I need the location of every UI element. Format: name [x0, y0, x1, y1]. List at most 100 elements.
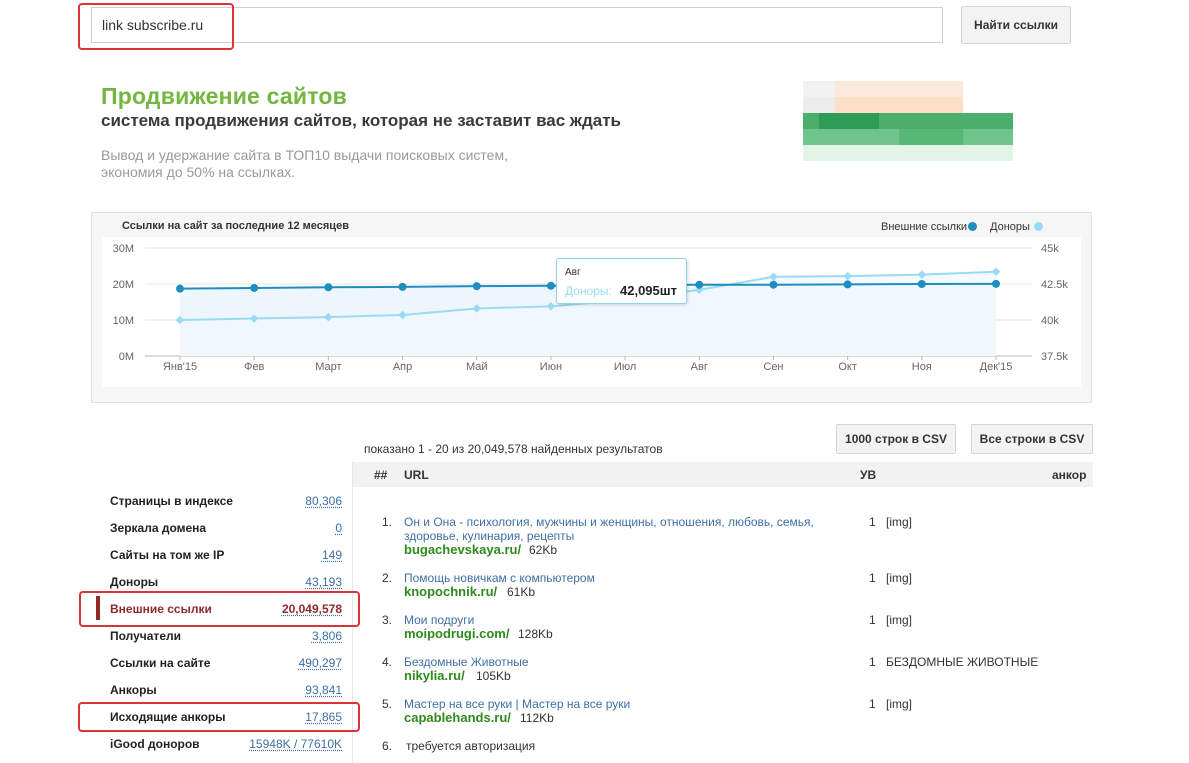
stat-value-recipients[interactable]: 3,806: [240, 629, 342, 643]
row-uv: 1: [869, 655, 876, 669]
row-uv: 1: [869, 571, 876, 585]
row-number: 6.: [381, 739, 392, 753]
y-right-tick-label: 45k: [1041, 243, 1059, 255]
results-count: показано 1 - 20 из 20,049,578 найденных …: [364, 442, 663, 456]
stat-label-same-ip-sites[interactable]: Сайты на том же IP: [110, 548, 224, 562]
y-right-tick-label: 37.5k: [1041, 351, 1068, 363]
row-domain-link[interactable]: bugachevskaya.ru/: [404, 542, 521, 557]
x-tick-label: Сен: [763, 361, 783, 373]
row-number: 5.: [381, 697, 392, 711]
row-page-size: 105Kb: [476, 669, 511, 683]
row-page-size: 62Kb: [529, 543, 558, 557]
x-tick-label: Фев: [244, 361, 264, 373]
row-title-line2[interactable]: здоровье, кулинария, рецепты: [404, 529, 574, 543]
y-left-tick-label: 30M: [113, 243, 134, 255]
row-number: 4.: [381, 655, 392, 669]
x-tick-label: Авг: [691, 361, 708, 373]
row-domain-link[interactable]: knopochnik.ru/: [404, 584, 497, 599]
active-stat-indicator: [96, 596, 100, 620]
y-left-tick-label: 0M: [119, 351, 134, 363]
row-anchor: [img]: [886, 515, 913, 529]
external-links-point: [992, 279, 1000, 288]
x-tick-label: Апр: [393, 361, 412, 373]
row-anchor: БЕЗДОМНЫЕ ЖИВОТНЫЕ: [886, 655, 1039, 669]
row-anchor: [img]: [886, 697, 913, 711]
stat-label-donors[interactable]: Доноры: [110, 575, 158, 589]
row-page-size: 128Kb: [518, 627, 553, 641]
results-table-header: [353, 462, 1093, 487]
stat-label-external-links[interactable]: Внешние ссылки: [110, 602, 212, 616]
row-domain-link[interactable]: nikylia.ru/: [404, 668, 465, 683]
row-uv: 1: [869, 613, 876, 627]
row-number: 1.: [381, 515, 392, 529]
stat-value-same-ip-sites[interactable]: 149: [240, 548, 342, 562]
x-tick-label: Ноя: [912, 361, 932, 373]
y-left-tick-label: 20M: [113, 279, 134, 291]
stat-value-external-links[interactable]: 20,049,578: [240, 602, 342, 616]
x-tick-label: Июн: [540, 361, 562, 373]
stat-label-anchors[interactable]: Анкоры: [110, 683, 157, 697]
external-links-point: [917, 280, 926, 288]
external-links-point: [398, 282, 407, 291]
row-anchor: [img]: [886, 613, 913, 627]
row-title-line1[interactable]: Он и Она - психология, мужчины и женщины…: [404, 515, 814, 529]
x-tick-label: Март: [315, 361, 341, 373]
stat-label-igood-donors[interactable]: iGood доноров: [110, 737, 200, 751]
tooltip-category: Авг: [565, 267, 581, 278]
stat-value-donors[interactable]: 43,193: [240, 575, 342, 589]
tooltip-value: 42,095шт: [620, 283, 677, 298]
stat-label-recipients[interactable]: Получатели: [110, 629, 181, 643]
x-tick-label: Июл: [614, 361, 636, 373]
x-tick-label: Янв'15: [163, 361, 197, 373]
y-left-tick-label: 10M: [113, 315, 134, 327]
stat-label-outgoing-anchors[interactable]: Исходящие анкоры: [110, 710, 226, 724]
external-links-point: [695, 280, 704, 289]
x-tick-label: Окт: [838, 361, 857, 373]
stat-value-indexed-pages[interactable]: 80,306: [240, 494, 342, 508]
line-chart: 0M 10M 20M 30M 37.5k 40k 42.5k 45k Янв'15 Фев Март…: [113, 243, 1069, 373]
csv-1000-button[interactable]: 1000 строк в CSV: [836, 424, 956, 454]
column-anchor[interactable]: анкор: [1052, 468, 1086, 482]
row-title-link[interactable]: Помощь новичкам с компьютером: [404, 571, 844, 585]
row-page-size: 112Kb: [520, 711, 554, 725]
x-tick-label: Дек'15: [980, 361, 1013, 373]
stat-label-site-links[interactable]: Ссылки на сайте: [110, 656, 210, 670]
row-title-link[interactable]: Мои подруги: [404, 613, 844, 627]
external-links-point: [843, 280, 852, 289]
csv-all-button[interactable]: Все строки в CSV: [971, 424, 1093, 454]
external-links-point: [546, 281, 555, 290]
y-right-tick-label: 42.5k: [1041, 279, 1068, 291]
stat-label-indexed-pages[interactable]: Страницы в индексе: [110, 494, 233, 508]
row-uv: 1: [869, 697, 876, 711]
external-links-point: [769, 280, 778, 289]
row-auth-note: требуется авторизация: [406, 739, 536, 753]
external-links-point: [324, 283, 333, 292]
tooltip-series-name: Доноры:: [565, 284, 612, 298]
stat-value-igood-donors[interactable]: 15948K / 77610K: [200, 737, 342, 751]
row-domain-link[interactable]: moipodrugi.com/: [404, 626, 509, 641]
row-number: 2.: [381, 571, 392, 585]
row-page-size: 61Kb: [507, 585, 536, 599]
chart-tooltip: Авг Доноры: 42,095шт: [556, 258, 687, 304]
column-num: ##: [374, 468, 388, 482]
column-url[interactable]: URL: [404, 468, 429, 482]
external-links-point: [250, 283, 259, 292]
row-number: 3.: [381, 613, 392, 627]
stat-label-domain-mirrors[interactable]: Зеркала домена: [110, 521, 206, 535]
stat-value-site-links[interactable]: 490,297: [240, 656, 342, 670]
row-title-link[interactable]: Он и Она - психология, мужчины и женщины…: [404, 515, 844, 543]
row-domain-link[interactable]: capablehands.ru/: [404, 710, 511, 725]
row-anchor: [img]: [886, 571, 913, 585]
column-uv[interactable]: УВ: [860, 468, 876, 482]
external-links-point: [472, 282, 481, 291]
external-links-point: [176, 284, 184, 293]
stat-value-outgoing-anchors[interactable]: 17,865: [240, 710, 342, 724]
row-title-link[interactable]: Бездомные Животные: [404, 655, 844, 669]
sidebar-divider: [352, 462, 353, 763]
stat-value-domain-mirrors[interactable]: 0: [240, 521, 342, 535]
stat-value-anchors[interactable]: 93,841: [240, 683, 342, 697]
row-title-link[interactable]: Мастер на все руки | Мастер на все руки: [404, 697, 844, 711]
x-tick-label: Май: [466, 361, 488, 373]
row-uv: 1: [869, 515, 876, 529]
y-right-tick-label: 40k: [1041, 315, 1059, 327]
